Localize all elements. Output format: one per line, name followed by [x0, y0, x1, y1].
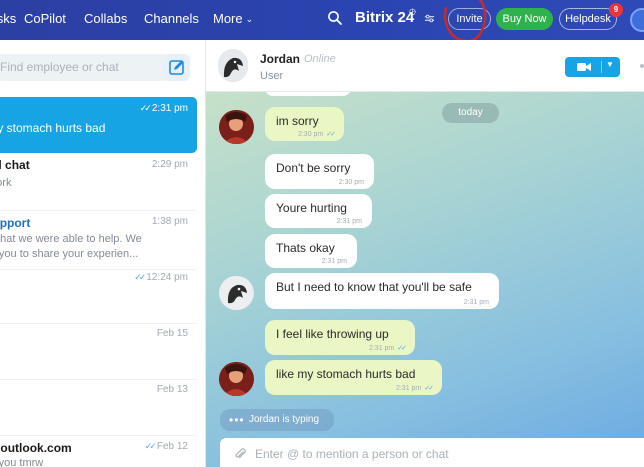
top-navigation-bar: Tasks CoPilot Collabs Channels More⌄ Bit…	[0, 0, 644, 43]
message-input[interactable]: Enter @ to mention a person or chat	[220, 438, 644, 467]
message-text: Thats okay	[276, 241, 335, 255]
gear-icon[interactable]	[424, 13, 435, 24]
contact-status: Online	[304, 53, 336, 65]
search-icon[interactable]	[327, 10, 343, 26]
double-check-icon: ✓✓	[139, 103, 152, 113]
message-bubble-incoming[interactable]: But I need to know that you'll be safe 2…	[265, 273, 499, 309]
message-time: 2:31 pm ✓✓	[395, 385, 434, 392]
chat-time: ✓✓ Feb 12	[144, 441, 188, 452]
message-text: Youre hurting	[276, 201, 347, 215]
chat-conversation-area: today im sorry 2:30 pm ✓✓ Don't be sorry …	[206, 40, 644, 467]
message-bubble-incoming[interactable]: Youre hurting 2:31 pm	[265, 194, 372, 228]
chat-list-panel: Find employee or chat ✓✓2:31 pm like my …	[0, 40, 206, 467]
chat-preview: See you tmrw	[0, 457, 44, 467]
chat-header: Jordan Online User ▼	[206, 40, 644, 92]
message-text: Don't be sorry	[276, 161, 351, 175]
compose-icon[interactable]	[163, 54, 190, 81]
message-bubble-incoming[interactable]: Don't be sorry 2:30 pm	[265, 154, 374, 189]
message-time: 2:30 pm ✓✓	[297, 131, 336, 138]
message-text: I feel like throwing up	[276, 327, 389, 341]
double-check-icon: ✓✓	[424, 385, 434, 392]
avatar	[219, 276, 254, 310]
brand-logo[interactable]: Bitrix 24	[355, 9, 414, 26]
contact-role: User	[260, 70, 284, 82]
message-bubble-outgoing[interactable]: I feel like throwing up 2:31 pm ✓✓	[265, 320, 415, 355]
double-check-icon: ✓✓	[397, 345, 407, 352]
divider	[601, 61, 602, 73]
chat-list-item[interactable]: Feb 13	[0, 380, 197, 435]
chat-list-item[interactable]: General chat Work 2:29 pm	[0, 153, 197, 210]
search-input[interactable]: Find employee or chat	[0, 54, 175, 81]
chat-time: ✓✓ 2:31 pm	[139, 103, 188, 114]
video-call-button[interactable]: ▼	[565, 57, 620, 77]
typing-indicator: ••• Jordan is typing	[220, 409, 334, 431]
double-check-icon: ✓✓	[144, 441, 157, 451]
nav-more-label: More	[213, 11, 243, 26]
nav-item-copilot[interactable]: CoPilot	[24, 11, 66, 26]
chat-preview: Work	[0, 177, 12, 189]
avatar	[219, 110, 254, 144]
message-time: 2:31 pm ✓✓	[368, 345, 407, 352]
double-check-icon: ✓✓	[134, 272, 146, 282]
contact-avatar[interactable]	[218, 49, 248, 82]
avatar	[219, 362, 254, 396]
nav-item-collabs[interactable]: Collabs	[84, 11, 127, 26]
chat-time: 1:38 pm	[151, 216, 188, 227]
message-time: 2:31 pm	[321, 258, 347, 265]
chevron-down-icon: ⌄	[245, 14, 254, 24]
user-avatar[interactable]	[630, 8, 644, 32]
typing-dots-icon: •••	[229, 413, 245, 427]
chevron-down-icon[interactable]: ▼	[606, 60, 614, 69]
chat-time: ✓✓ 12:24 pm	[134, 272, 188, 283]
chat-name: jordan@outlook.com	[0, 441, 72, 455]
message-bubble-outgoing[interactable]: im sorry 2:30 pm ✓✓	[265, 107, 344, 141]
chat-list-item[interactable]: jordan@outlook.com See you tmrw ✓✓Feb 12	[0, 436, 197, 467]
chat-preview-line2: would love for you to share your experie…	[0, 248, 139, 260]
message-time: 2:31 pm	[463, 299, 489, 306]
chat-list-item[interactable]: Bitrix24 Support We're glad that we were…	[0, 211, 197, 269]
paperclip-icon[interactable]	[233, 447, 247, 461]
message-text: im sorry	[276, 114, 319, 128]
more-icon[interactable]	[638, 62, 644, 70]
helpdesk-notification-badge: 9	[609, 3, 623, 17]
message-bubble-outgoing[interactable]: like my stomach hurts bad 2:31 pm ✓✓	[265, 360, 442, 395]
nav-item-tasks[interactable]: Tasks	[0, 11, 16, 26]
message-time: 2:31 pm	[336, 218, 362, 225]
chat-list-item[interactable]: Feb 15	[0, 324, 197, 379]
chat-list-item[interactable]: ✓✓ 12:24 pm	[0, 270, 197, 323]
chat-time: Feb 13	[156, 384, 188, 395]
chat-time: Feb 15	[156, 328, 188, 339]
double-check-icon: ✓✓	[326, 131, 336, 138]
message-time: 2:30 pm	[338, 179, 364, 186]
message-input-placeholder: Enter @ to mention a person or chat	[255, 447, 449, 461]
message-text: like my stomach hurts bad	[276, 367, 416, 381]
nav-item-more[interactable]: More ⌄	[213, 11, 253, 26]
clock-icon: ◷	[409, 7, 416, 16]
buy-now-button[interactable]: Buy Now	[496, 8, 553, 30]
video-camera-icon	[577, 63, 591, 71]
message-bubble-incoming[interactable]: Thats okay 2:31 pm	[265, 234, 357, 268]
nav-item-channels[interactable]: Channels	[144, 11, 199, 26]
chat-name: General chat	[0, 158, 30, 172]
date-divider: today	[442, 103, 499, 123]
chat-name: Bitrix24 Support	[0, 216, 31, 230]
chat-preview-line1: We're glad that we were able to help. We	[0, 233, 142, 245]
typing-text: Jordan is typing	[249, 414, 320, 425]
chat-preview: like my stomach hurts bad	[0, 121, 106, 135]
chat-time: 2:29 pm	[151, 159, 188, 170]
contact-name[interactable]: Jordan	[260, 52, 300, 66]
message-text: But I need to know that you'll be safe	[276, 280, 472, 294]
chat-list-item-active[interactable]: ✓✓2:31 pm like my stomach hurts bad	[0, 97, 197, 153]
